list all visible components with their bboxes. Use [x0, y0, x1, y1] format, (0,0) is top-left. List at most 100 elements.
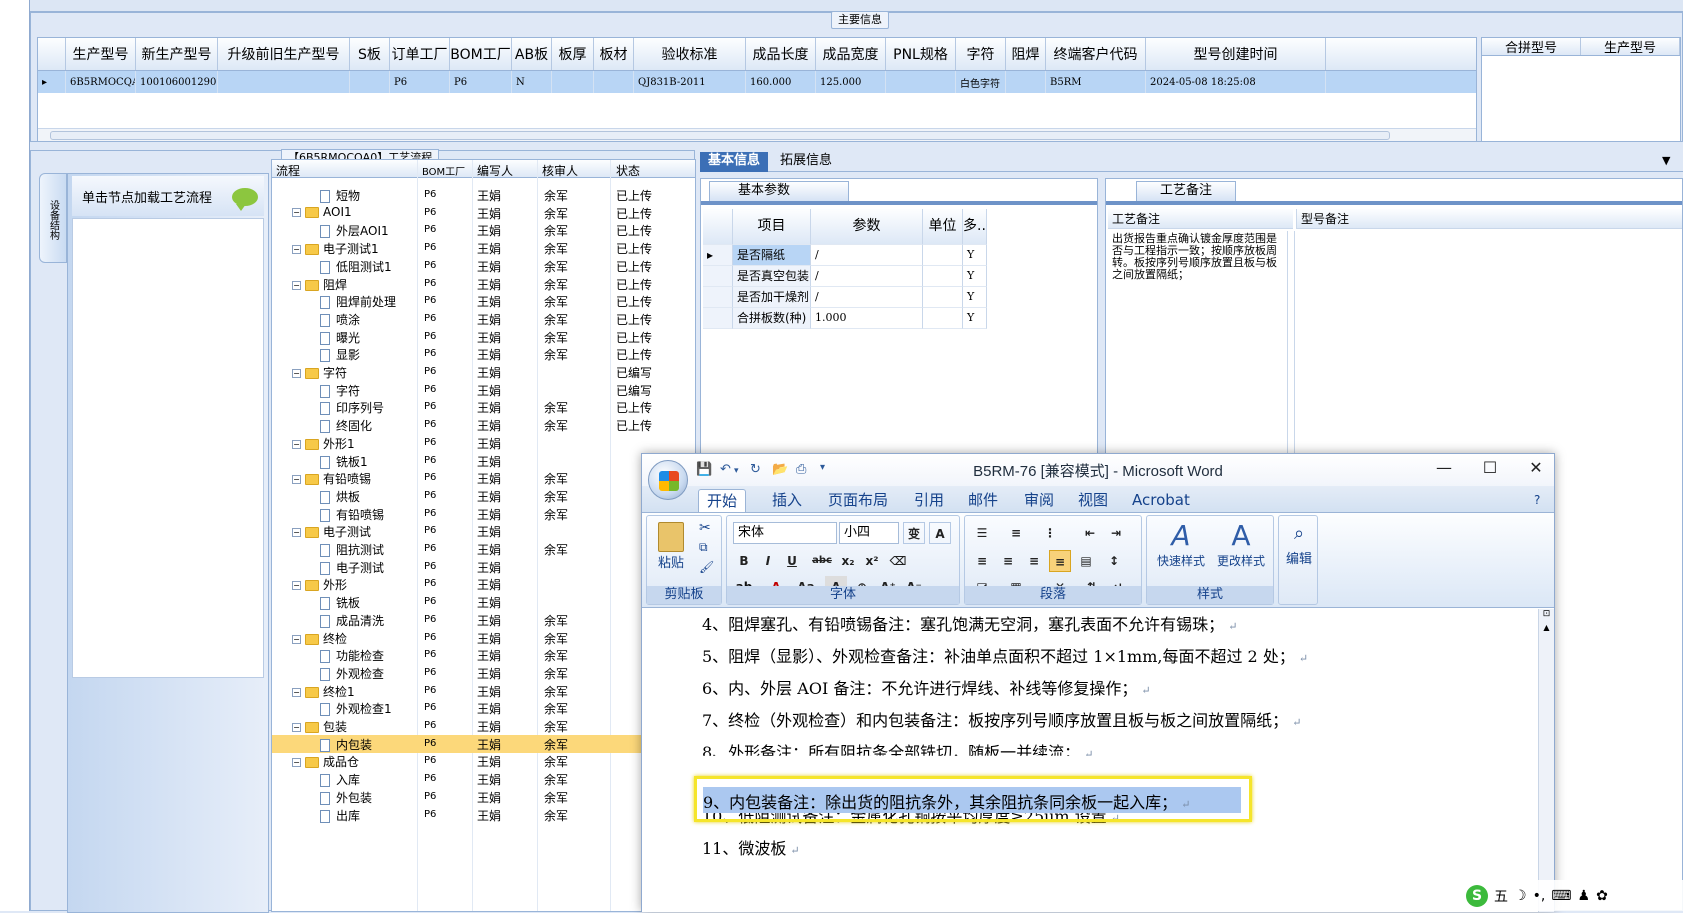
tree-node[interactable]: 喷涂 [320, 311, 360, 328]
col-reviewer[interactable]: 核审人 [542, 162, 578, 179]
scrollbar-thumb[interactable] [50, 131, 1390, 140]
tree-row[interactable]: − 外形 P6 王娟 [272, 575, 695, 593]
column-header[interactable]: 成品宽度 [816, 38, 886, 70]
table-cell[interactable]: P6 [450, 71, 512, 93]
tree-row[interactable]: 喷涂 P6 王娟 余军 已上传 [272, 310, 695, 328]
redo-icon[interactable]: ↻ [750, 462, 761, 477]
paste-button[interactable]: 粘贴 [653, 522, 689, 578]
table-cell[interactable]: N [512, 71, 552, 93]
help-icon[interactable]: ? [1526, 489, 1548, 511]
collapse-icon[interactable]: − [292, 528, 301, 538]
tree-node[interactable]: 有铅喷锡 [320, 506, 384, 523]
tree-node[interactable]: 铣板1 [320, 453, 368, 470]
doc-line-9-selected[interactable]: 9、内包装备注：除出货的阻抗条外，其余阻抗条同余板一起入库； ↵ [703, 789, 1190, 813]
print-preview-icon[interactable]: ⎙ [796, 462, 806, 477]
tree-node[interactable]: 印序列号 [320, 399, 384, 416]
tree-node[interactable]: 外观检查1 [320, 700, 392, 717]
tree-node[interactable]: 低阻测试1 [320, 258, 392, 275]
tree-row[interactable]: − 电子测试 P6 王娟 [272, 522, 695, 540]
collapse-icon[interactable]: − [292, 475, 301, 485]
keyboard-icon[interactable]: ⌨ [1551, 888, 1571, 904]
tree-row[interactable]: 显影 P6 王娟 余军 已上传 [272, 345, 695, 363]
params-cell[interactable]: 合拼板数(种) [733, 308, 811, 329]
tree-node[interactable]: 显影 [320, 346, 360, 363]
tree-node[interactable]: − 阻焊 [292, 276, 347, 293]
tree-row[interactable]: 印序列号 P6 王娟 余军 已上传 [272, 398, 695, 416]
horizontal-scrollbar[interactable] [38, 128, 1476, 141]
tree-node[interactable]: 铣板 [320, 594, 360, 611]
cut-icon[interactable]: ✂ [699, 520, 711, 536]
tab-process-notes[interactable]: 工艺备注 [1136, 181, 1236, 201]
increase-indent-icon[interactable]: ⇥ [1105, 522, 1127, 544]
format-painter-icon[interactable]: 🖌 [699, 560, 714, 574]
params-column-header[interactable]: 单位 [923, 209, 963, 245]
table-cell[interactable]: P6 [390, 71, 450, 93]
tree-row[interactable]: 外观检查1 P6 王娟 余军 [272, 699, 695, 717]
table-cell[interactable]: 10010600129025 [136, 71, 218, 93]
tab-view[interactable]: 视图 [1070, 489, 1116, 511]
doc-line-8[interactable]: 8、外形备注：所有阻抗条全部铣切，随板一并续流； ↵ [702, 739, 1093, 756]
tab-references[interactable]: 引用 [906, 489, 952, 511]
tree-row[interactable]: 出库 P6 王娟 余军 [272, 806, 695, 824]
col-bom-factory[interactable]: BOM工厂 [422, 163, 465, 178]
distribute-icon[interactable]: ▤ [1075, 550, 1097, 572]
tree-row[interactable]: 低阻测试1 P6 王娟 余军 已上传 [272, 257, 695, 275]
column-header[interactable]: BOM工厂 [450, 38, 512, 70]
params-cell[interactable]: Y [963, 245, 987, 266]
device-structure-tab[interactable]: 设备结构 [39, 173, 67, 263]
maximize-button[interactable]: ☐ [1468, 456, 1512, 482]
tree-node[interactable]: − AOI1 [292, 205, 352, 219]
tree-node[interactable]: − 包装 [292, 718, 347, 735]
chevron-down-icon[interactable]: ▾ [734, 466, 739, 476]
tree-node[interactable]: 阻焊前处理 [320, 293, 396, 310]
tree-row[interactable]: 终固化 P6 王娟 余军 已上传 [272, 416, 695, 434]
decrease-indent-icon[interactable]: ⇤ [1079, 522, 1101, 544]
tree-row[interactable]: − 有铅喷锡 P6 王娟 余军 [272, 469, 695, 487]
params-cell[interactable]: 是否隔纸 [733, 245, 811, 266]
collapse-icon[interactable]: − [292, 280, 301, 290]
tree-row[interactable]: − 包装 P6 王娟 余军 [272, 717, 695, 735]
tab-page-layout[interactable]: 页面布局 [820, 489, 896, 511]
params-cell[interactable]: 是否加干燥剂 [733, 287, 811, 308]
params-cell[interactable]: Y [963, 308, 987, 329]
strikethrough-icon[interactable]: abc [811, 550, 833, 572]
table-cell[interactable] [886, 71, 956, 93]
tab-extended-info[interactable]: 拓展信息 [772, 152, 840, 172]
column-header[interactable]: 订单工厂 [390, 38, 450, 70]
doc-line-4[interactable]: 4、阻焊塞孔、有铅喷锡备注：塞孔饱满无空洞，塞孔表面不允许有锡珠； ↵ [702, 611, 1237, 635]
tree-row[interactable]: 有铅喷锡 P6 王娟 余军 [272, 505, 695, 523]
column-header[interactable]: 板厚 [552, 38, 594, 70]
subscript-icon[interactable]: x₂ [837, 550, 859, 572]
collapse-icon[interactable]: − [292, 207, 301, 217]
tree-node[interactable]: 阻抗测试 [320, 541, 384, 558]
tree-row[interactable]: 电子测试 P6 王娟 [272, 558, 695, 576]
table-cell[interactable] [594, 71, 634, 93]
table-cell[interactable]: QJ831B-2011 [634, 71, 746, 93]
quick-styles-button[interactable]: A 快速样式 [1151, 520, 1211, 569]
justify-icon[interactable]: ≡ [1049, 550, 1071, 572]
italic-icon[interactable]: I [757, 550, 779, 572]
params-cell[interactable]: / [811, 266, 923, 287]
load-flow-header[interactable]: 单击节点加载工艺流程 [72, 176, 264, 216]
align-right-icon[interactable]: ≡ [1023, 550, 1045, 572]
bold-icon[interactable]: B [733, 550, 755, 572]
tree-row[interactable]: 阻抗测试 P6 王娟 余军 [272, 540, 695, 558]
table-cell[interactable]: 160.000 [746, 71, 816, 93]
column-header[interactable]: 型号创建时间 [1146, 38, 1326, 70]
tree-row[interactable]: − 成品仓 P6 王娟 余军 [272, 752, 695, 770]
table-cell[interactable] [350, 71, 390, 93]
tree-node[interactable]: − 外形 [292, 576, 347, 593]
phonetic-guide-icon[interactable]: 变 [903, 522, 925, 544]
tree-row[interactable]: 外层AOI1 P6 王娟 余军 已上传 [272, 221, 695, 239]
skin-icon[interactable]: ✿ [1596, 888, 1608, 904]
numbering-icon[interactable]: ≡ [1005, 522, 1027, 544]
tree-row[interactable]: − 终检1 P6 王娟 余军 [272, 682, 695, 700]
collapse-icon[interactable]: − [292, 723, 301, 732]
minimize-button[interactable]: — [1422, 456, 1466, 482]
tree-row[interactable]: 铣板 P6 王娟 [272, 593, 695, 611]
change-styles-button[interactable]: A 更改样式 [1211, 520, 1271, 569]
tab-home[interactable]: 开始 [698, 489, 747, 512]
tree-node[interactable]: 外包装 [320, 789, 372, 806]
document-page[interactable]: 4、阻焊塞孔、有铅喷锡备注：塞孔饱满无空洞，塞孔表面不允许有锡珠； ↵ 5、阻焊（… [642, 609, 1538, 912]
column-header[interactable]: 阻焊 [1006, 38, 1046, 70]
